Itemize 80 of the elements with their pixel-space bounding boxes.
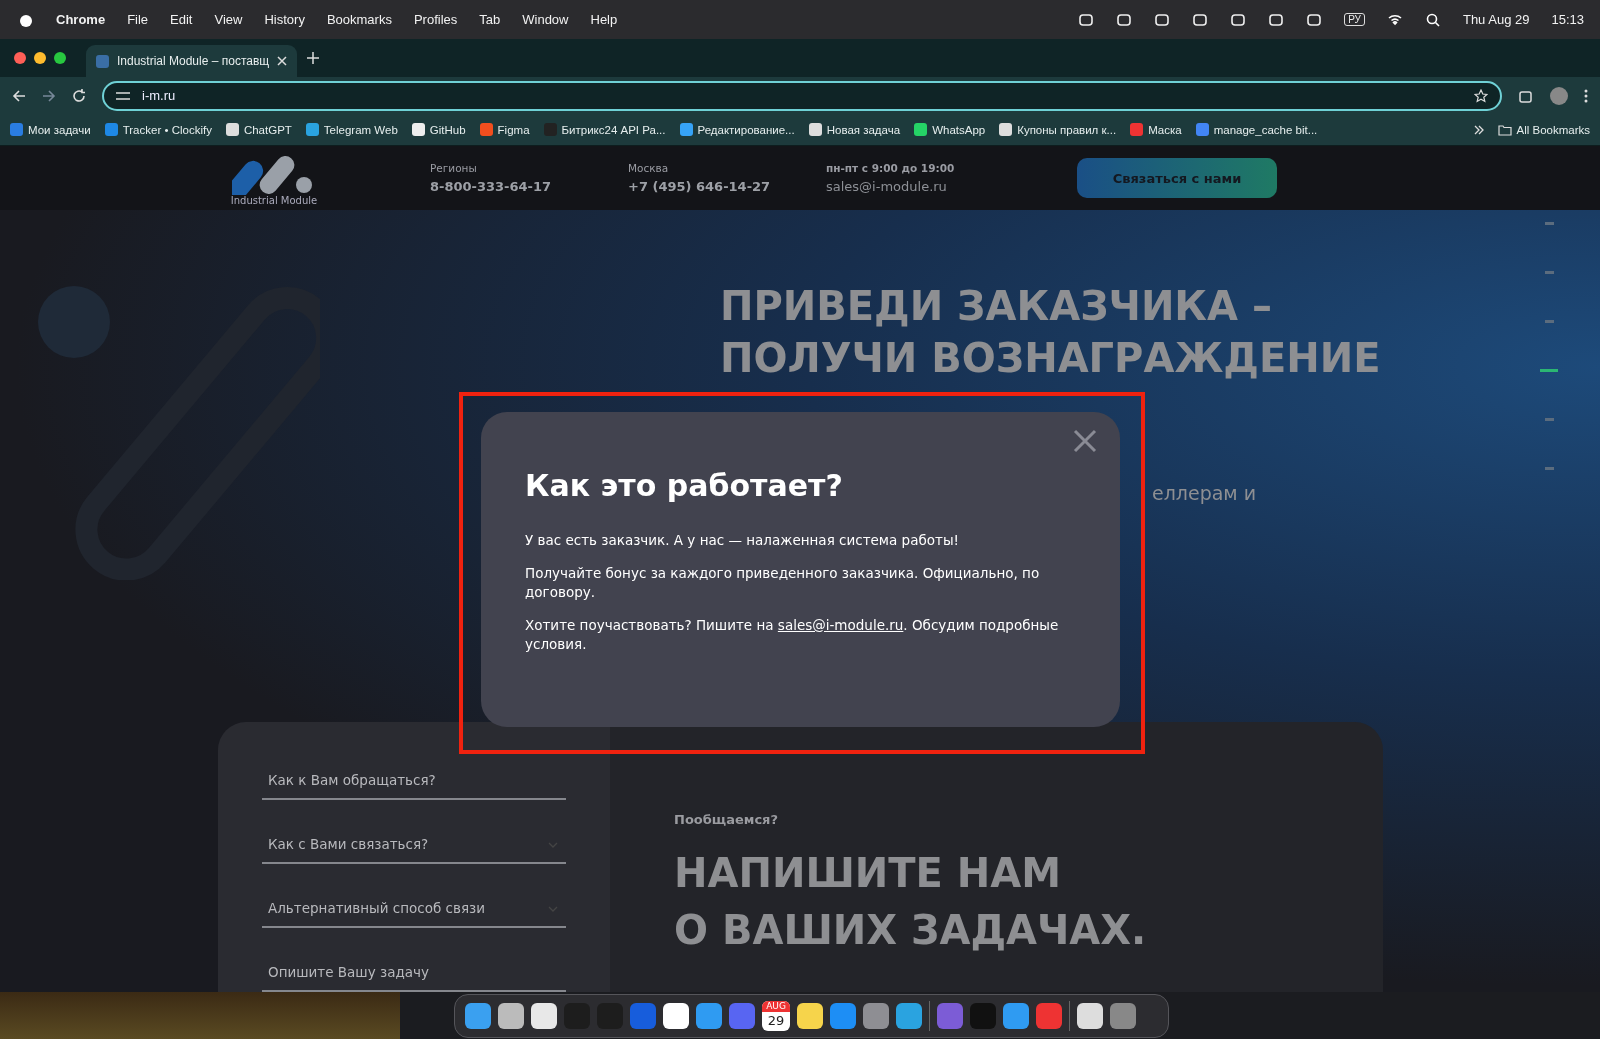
contact-label: Регионы [430, 162, 478, 174]
bookmark-link[interactable]: manage_cache bit... [1195, 123, 1318, 136]
zoom-window-icon[interactable] [54, 52, 66, 64]
avatar-icon[interactable] [1550, 86, 1568, 105]
bookmark-link[interactable]: Купоны правил к... [999, 123, 1117, 136]
clock-time[interactable]: 15:13 [1551, 12, 1584, 27]
bookmark-link[interactable]: Мои задачи [10, 123, 91, 136]
menu-item[interactable]: Profiles [413, 12, 458, 27]
close-window-icon[interactable] [14, 52, 26, 64]
app-icon[interactable] [498, 1003, 524, 1029]
bookmark-link[interactable]: Маска [1130, 123, 1182, 136]
chevrons-icon[interactable] [1473, 124, 1484, 135]
app-icon[interactable] [531, 1003, 557, 1029]
menu-item[interactable]: Help [590, 12, 618, 27]
contact-label: пн-пт с 9:00 до 19:00 [826, 162, 956, 174]
status-icon[interactable] [1268, 11, 1285, 28]
section-eyebrow: Пообщаемся? [674, 812, 779, 827]
modal-paragraph: Хотите поучаствовать? Пишите на sales@i-module.ru. Обсудим подробные условия. [525, 616, 1060, 654]
app-icon[interactable] [797, 1003, 823, 1029]
bookmark-link[interactable]: GitHub [411, 123, 466, 136]
address-bar[interactable]: i-m.ru [102, 80, 1502, 111]
more-icon[interactable] [1584, 88, 1588, 103]
star-icon[interactable] [1474, 88, 1488, 103]
modal-paragraph: У вас есть заказчик. А у нас — налаженная система работы! [525, 531, 960, 550]
status-icon[interactable] [1306, 11, 1323, 28]
minimize-window-icon[interactable] [34, 52, 46, 64]
email-link[interactable]: sales@i-module.ru [777, 617, 904, 633]
bookmark-link[interactable]: Telegram Web [305, 123, 398, 136]
close-icon[interactable] [277, 56, 288, 66]
bookmark-link[interactable]: Новая задача [808, 123, 901, 136]
menu-item[interactable]: Bookmarks [326, 12, 392, 27]
folder-icon [1497, 123, 1512, 136]
menu-item[interactable]: Tab [479, 12, 501, 27]
select-field[interactable]: Альтернативный способ связи [262, 890, 566, 928]
phone-number: +7 (495) 646-14-27 [628, 179, 772, 194]
bookmark-link[interactable]: ChatGPT [225, 123, 292, 136]
logo-text: Industrial Module [230, 194, 318, 206]
bookmark-link[interactable]: WhatsApp [914, 123, 986, 136]
hero-title: ПРИВЕДИ ЗАКАЗЧИКА – [720, 282, 1273, 331]
hero-title: ПОЛУЧИ ВОЗНАГРАЖДЕНИЕ [720, 334, 1382, 383]
section-title: О ВАШИХ ЗАДАЧАХ. [674, 906, 1148, 955]
status-icon[interactable] [1192, 11, 1209, 28]
menu-item[interactable]: View [214, 12, 243, 27]
select-field[interactable]: Как с Вами связаться? [262, 826, 566, 864]
email-text: sales@i-module.ru [826, 179, 948, 194]
bookmark-link[interactable]: Tracker • Clockify [104, 123, 212, 136]
status-icon[interactable] [1078, 11, 1095, 28]
clock-date[interactable]: Thu Aug 29 [1462, 12, 1530, 27]
app-icon[interactable] [663, 1003, 689, 1029]
modal-title: Как это работает? [525, 468, 844, 503]
menu-item[interactable]: History [264, 12, 305, 27]
status-icon[interactable] [1154, 11, 1171, 28]
all-bookmarks-link[interactable]: All Bookmarks [1497, 123, 1590, 136]
input-field[interactable]: Как к Вам обращаться? [262, 762, 566, 800]
forward-icon[interactable] [42, 88, 56, 103]
phone-number: 8-800-333-64-17 [430, 179, 553, 194]
status-icon[interactable] [1116, 11, 1133, 28]
input-source[interactable]: РУ [1344, 13, 1365, 26]
contact-label: Москва [628, 162, 670, 174]
menu-item[interactable]: Window [522, 12, 569, 27]
back-icon[interactable] [12, 88, 26, 103]
bookmark-link[interactable]: Редактирование... [679, 123, 795, 136]
new-tab-icon[interactable] [307, 52, 320, 64]
calendar-app-icon[interactable]: AUG 29 [762, 1001, 790, 1031]
menu-item[interactable]: File [127, 12, 149, 27]
app-icon[interactable] [1077, 1003, 1103, 1029]
menu-item[interactable]: Chrome [56, 12, 106, 27]
menu-item[interactable]: Edit [170, 12, 193, 27]
reload-icon[interactable] [72, 88, 86, 103]
browser-tab[interactable]: Industrial Module – поставщ [86, 45, 298, 77]
hero-subtitle: еллерам и [1152, 482, 1258, 504]
search-icon[interactable] [1424, 11, 1441, 28]
modal-paragraph: Получайте бонус за каждого приведенного заказчика. Официально, по договору. [525, 564, 1041, 602]
bookmark-link[interactable]: Битрикс24 API Ра... [543, 123, 666, 136]
close-button[interactable] [1072, 428, 1098, 454]
status-icon[interactable] [1230, 11, 1247, 28]
section-title: НАПИШИТЕ НАМ [674, 849, 1063, 898]
site-icon [96, 54, 109, 68]
bookmark-link[interactable]: Figma [479, 123, 530, 136]
site-settings-icon[interactable] [116, 89, 130, 102]
